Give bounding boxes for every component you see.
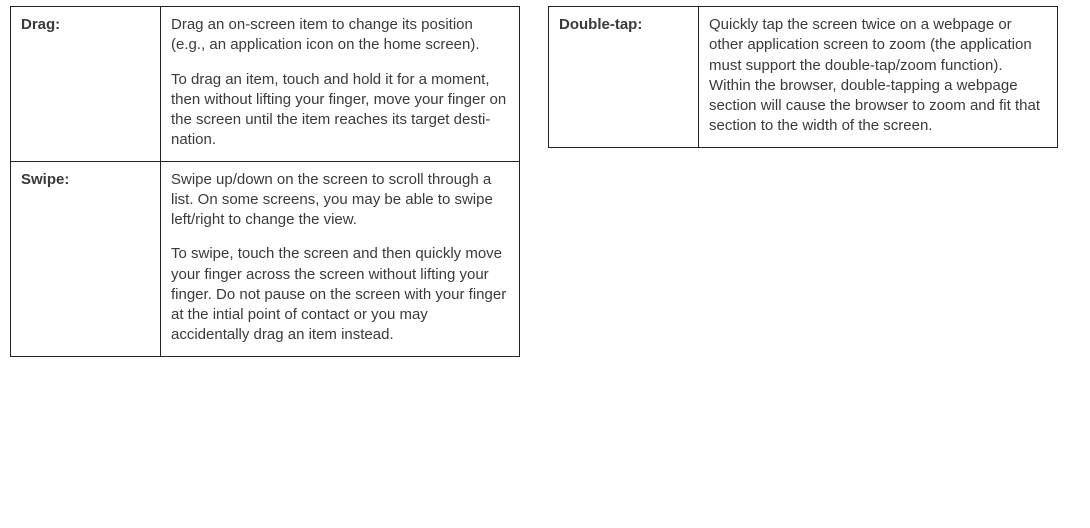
gesture-table-right: Double-tap: Quickly tap the screen twice… — [548, 6, 1058, 148]
gesture-description: Swipe up/down on the screen to scroll th… — [161, 161, 520, 356]
left-column: Drag: Drag an on-screen item to change i… — [10, 6, 520, 357]
description-paragraph: To swipe, touch the screen and then quic… — [171, 244, 509, 345]
description-paragraph: To drag an item, touch and hold it for a… — [171, 70, 509, 151]
gesture-term: Double-tap: — [549, 7, 699, 148]
description-paragraph: Drag an on-screen item to change its pos… — [171, 15, 509, 56]
table-row: Swipe: Swipe up/down on the screen to sc… — [11, 161, 520, 356]
gesture-term: Drag: — [11, 7, 161, 162]
gesture-term: Swipe: — [11, 161, 161, 356]
two-column-layout: Drag: Drag an on-screen item to change i… — [10, 6, 1080, 357]
gesture-table-left: Drag: Drag an on-screen item to change i… — [10, 6, 520, 357]
table-row: Drag: Drag an on-screen item to change i… — [11, 7, 520, 162]
description-paragraph: Quickly tap the screen twice on a webpag… — [709, 15, 1047, 137]
gesture-description: Quickly tap the screen twice on a webpag… — [699, 7, 1058, 148]
right-column: Double-tap: Quickly tap the screen twice… — [548, 6, 1058, 357]
description-paragraph: Swipe up/down on the screen to scroll th… — [171, 170, 509, 231]
table-row: Double-tap: Quickly tap the screen twice… — [549, 7, 1058, 148]
gesture-description: Drag an on-screen item to change its pos… — [161, 7, 520, 162]
